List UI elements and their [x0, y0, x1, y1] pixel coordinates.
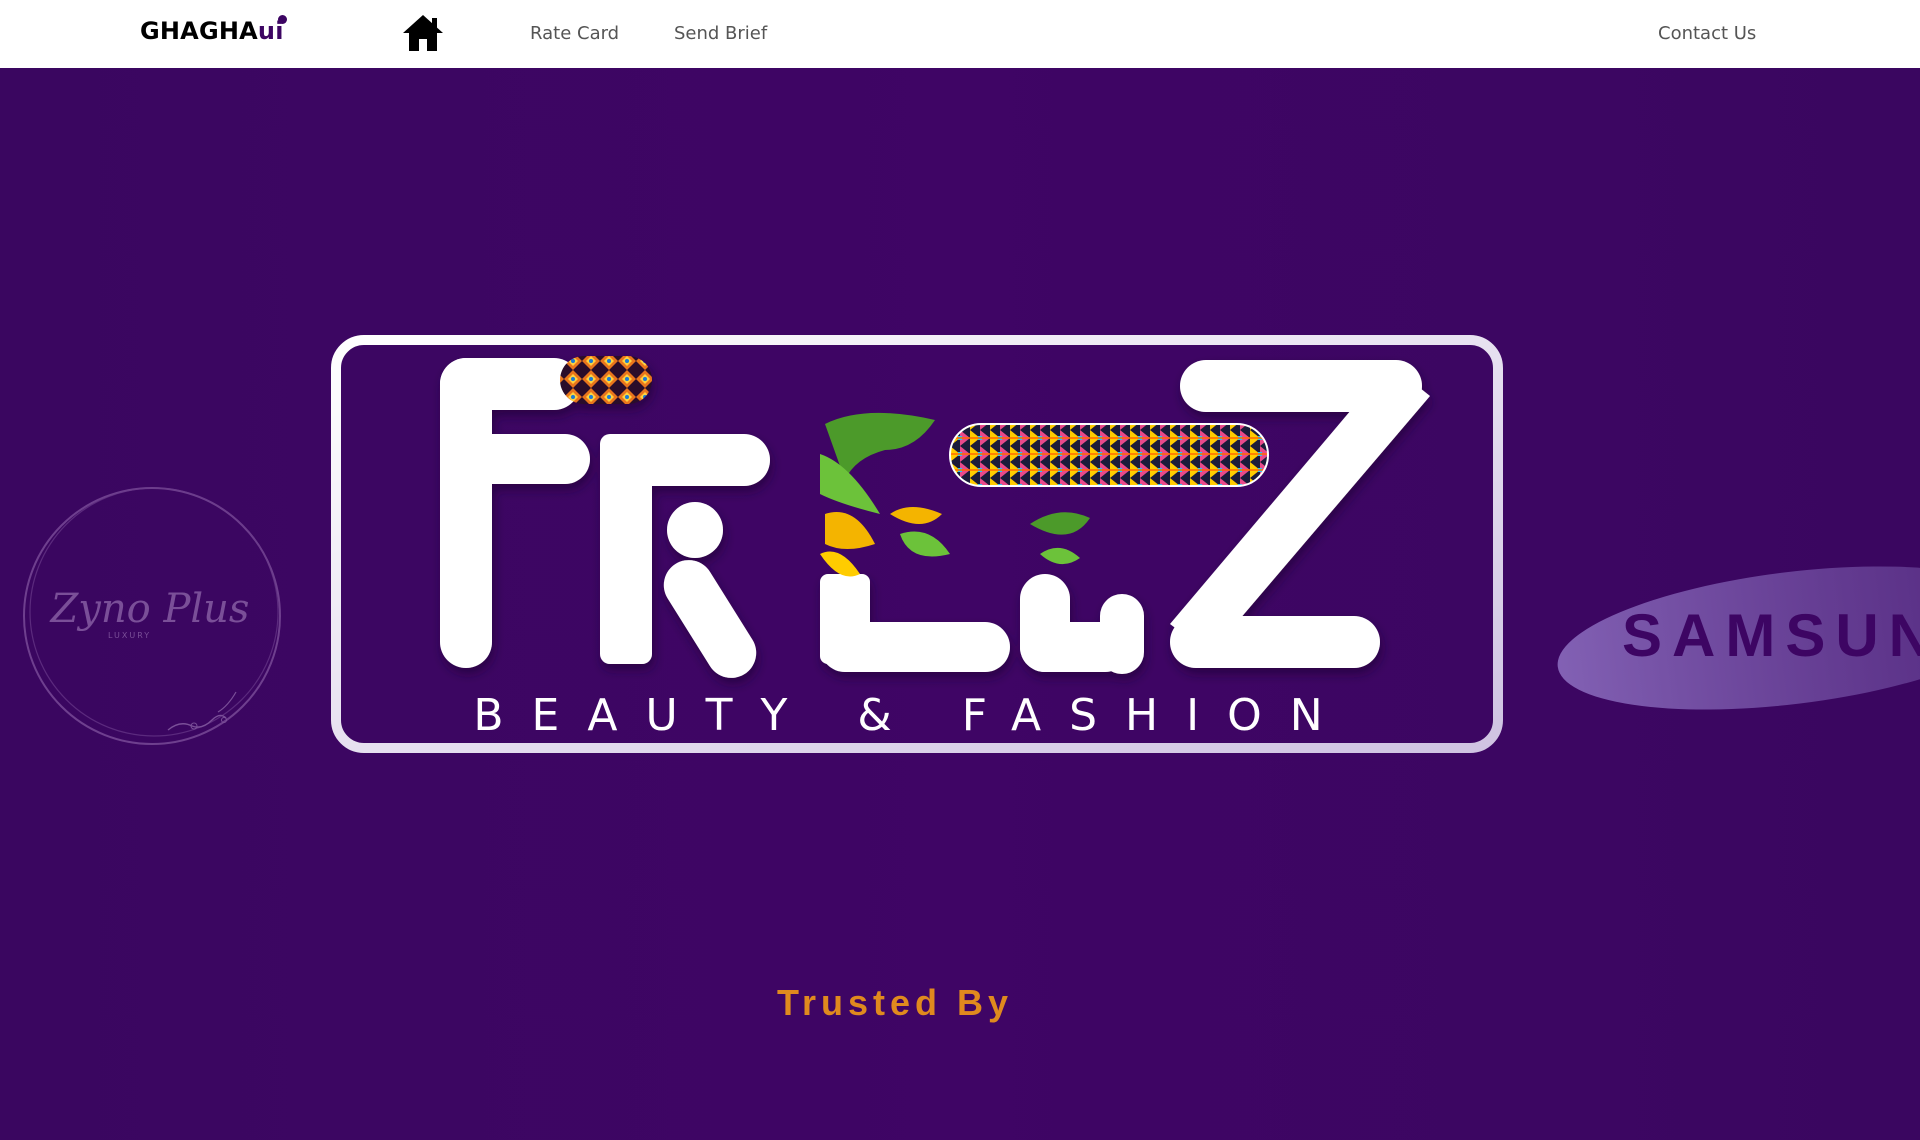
brand-dot: [277, 15, 287, 24]
home-icon: [403, 15, 443, 51]
client-zyno-plus-text: Zyno Plus: [49, 586, 250, 632]
home-button[interactable]: [402, 14, 444, 52]
svg-text:LUXURY: LUXURY: [108, 631, 151, 640]
client-samsung-text: SAMSUNG: [1622, 602, 1920, 669]
featured-brand-logo: BEAUTY & FASHION: [331, 335, 1503, 753]
brand-logo[interactable]: GHAGHAui: [140, 15, 287, 45]
trusted-by-heading: Trusted By: [776, 982, 1014, 1023]
client-logo-zyno-plus: Zyno Plus LUXURY: [23, 487, 281, 745]
nav-contact-us[interactable]: Contact Us: [1658, 23, 1756, 44]
nav-rate-card[interactable]: Rate Card: [530, 23, 619, 44]
logo-tagline: BEAUTY & FASHION: [473, 690, 1350, 741]
client-logo-samsung: SAMSUNG: [1557, 566, 1920, 710]
brand-suffix: ui: [258, 15, 287, 45]
brand-main: GHAGHA: [140, 17, 258, 45]
nav-send-brief[interactable]: Send Brief: [674, 23, 767, 44]
top-navbar: GHAGHAui Rate Card Send Brief Contact Us: [0, 0, 1920, 68]
